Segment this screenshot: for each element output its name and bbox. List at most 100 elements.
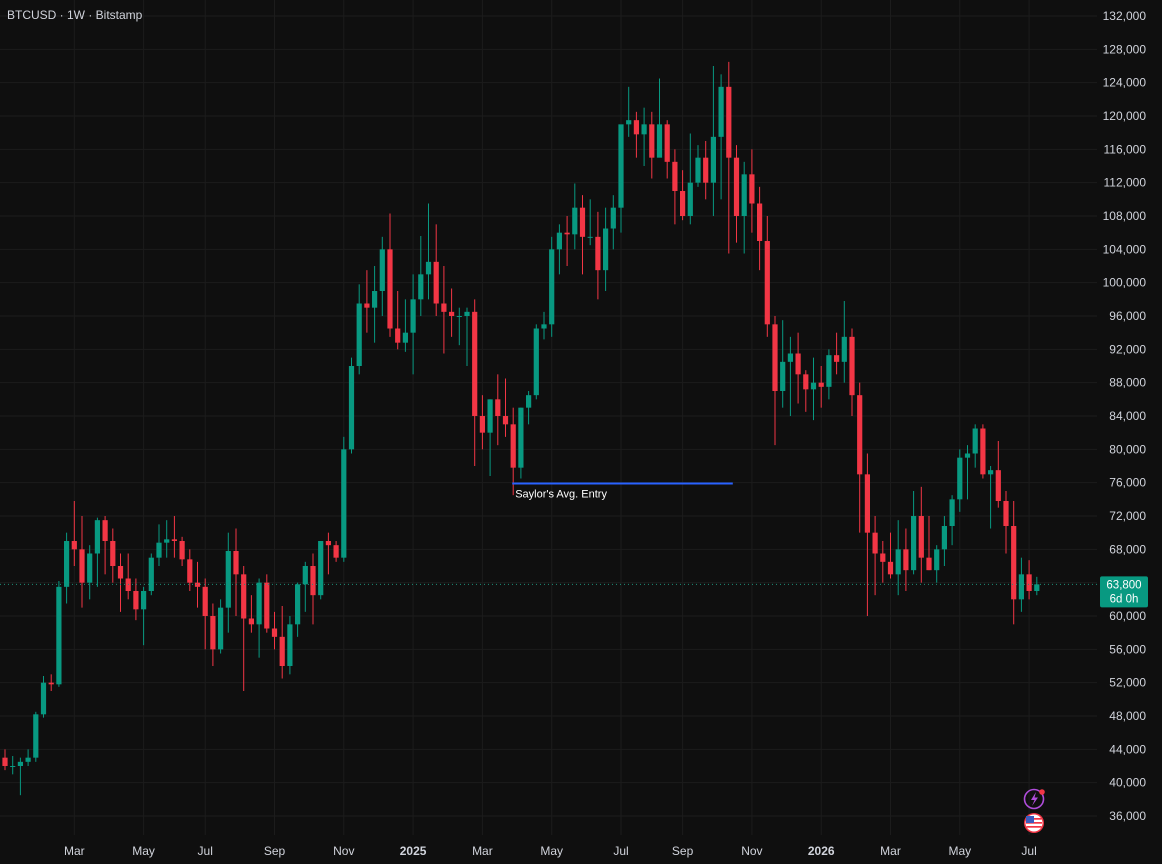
candle-body xyxy=(179,541,185,560)
candle-body xyxy=(556,232,562,250)
candle-body xyxy=(710,136,716,183)
candle-body xyxy=(649,124,655,158)
us-flag-icon[interactable] xyxy=(1024,813,1044,833)
candle-body xyxy=(926,557,932,571)
candle-body xyxy=(957,457,963,500)
candle-body xyxy=(264,582,270,629)
candle-body xyxy=(656,124,663,158)
candle-body xyxy=(641,124,647,135)
candle-body xyxy=(834,355,840,362)
candle-body xyxy=(418,274,424,300)
candle-body xyxy=(287,624,293,667)
time-tick-label: May xyxy=(540,844,563,858)
candle-body xyxy=(187,559,193,583)
candle-body xyxy=(241,574,247,619)
candle-body xyxy=(741,174,747,217)
candle-body xyxy=(356,303,362,367)
candle-body xyxy=(318,541,324,596)
time-tick-label: Nov xyxy=(333,844,354,858)
time-tick-label: May xyxy=(948,844,971,858)
candle-body xyxy=(464,311,470,317)
candle-body xyxy=(479,416,485,433)
price-tick-label: 40,000 xyxy=(1109,776,1146,790)
candle-body xyxy=(818,382,824,387)
last-price-badge: 63,800 6d 0h xyxy=(1100,576,1148,608)
candle-body xyxy=(603,228,609,271)
candle-body xyxy=(102,520,108,542)
candle-body xyxy=(325,541,331,546)
candle-body xyxy=(410,299,416,333)
candle-body xyxy=(549,249,555,325)
candle-body xyxy=(757,203,763,242)
candle-body xyxy=(64,541,70,587)
candle-body xyxy=(795,353,801,375)
price-tick-label: 56,000 xyxy=(1109,642,1146,656)
candle-body xyxy=(94,520,100,554)
candle-body xyxy=(425,261,432,275)
candle-body xyxy=(664,124,670,162)
chart-container[interactable]: Saylor's Avg. Entry 36,000 40,000 44,000 48… xyxy=(0,0,1162,864)
candle-body xyxy=(911,516,917,571)
candle-body xyxy=(218,607,224,650)
candle-body xyxy=(402,332,408,343)
candle-body xyxy=(857,395,863,475)
candle-body xyxy=(903,549,909,571)
candle-body xyxy=(780,361,786,392)
saylor-avg-entry-label: Saylor's Avg. Entry xyxy=(515,489,607,501)
time-tick-label: Nov xyxy=(741,844,762,858)
candle-body xyxy=(526,395,532,408)
symbol-title[interactable]: BTCUSD · 1W · Bitstamp xyxy=(7,8,143,22)
candle-body xyxy=(972,428,978,454)
time-tick-label: Mar xyxy=(880,844,901,858)
candle-body xyxy=(17,761,23,767)
candle-body xyxy=(79,549,85,583)
candle-body xyxy=(695,157,701,183)
price-tick-label: 44,000 xyxy=(1109,742,1146,756)
candle-body xyxy=(533,328,539,396)
time-tick-label: May xyxy=(132,844,155,858)
candle-body xyxy=(764,241,770,325)
candle-body xyxy=(156,542,162,558)
price-tick-label: 100,000 xyxy=(1103,276,1147,290)
candle-body xyxy=(980,428,986,475)
candle-body xyxy=(564,232,570,235)
price-tick-label: 84,000 xyxy=(1109,409,1146,423)
candle-body xyxy=(256,582,262,625)
price-tick-label: 60,000 xyxy=(1109,609,1146,623)
candle-body xyxy=(787,353,793,362)
candlestick-chart[interactable]: Saylor's Avg. Entry 36,000 40,000 44,000 48… xyxy=(0,0,1162,864)
candle-body xyxy=(302,566,308,585)
candle-body xyxy=(295,584,301,625)
time-axis[interactable]: Mar May Jul Sep Nov 2025 Mar May Jul Sep Nov 2026 Ma… xyxy=(64,844,1037,858)
candle-body xyxy=(40,682,47,715)
candle-body xyxy=(934,549,940,571)
candle-body xyxy=(1018,574,1024,600)
candle-body xyxy=(33,714,39,758)
candle-body xyxy=(433,261,439,304)
candle-body xyxy=(171,539,177,542)
candle-body xyxy=(202,586,208,617)
price-tick-label: 112,000 xyxy=(1104,176,1147,190)
candle-body xyxy=(618,124,624,208)
candle-body xyxy=(279,636,285,667)
candle-body xyxy=(880,553,886,562)
candle-body xyxy=(1026,574,1032,592)
price-tick-label: 124,000 xyxy=(1103,76,1147,90)
candle-body xyxy=(87,553,93,583)
price-tick-label: 80,000 xyxy=(1109,442,1146,456)
candle-body xyxy=(510,424,516,468)
candle-body xyxy=(687,182,693,217)
candle-body xyxy=(633,120,639,135)
candle-body xyxy=(133,591,139,610)
chart-background xyxy=(0,0,1162,864)
price-tick-label: 36,000 xyxy=(1109,809,1146,823)
candle-body xyxy=(841,336,847,362)
candle-body xyxy=(672,161,678,192)
price-tick-label: 96,000 xyxy=(1109,309,1146,323)
candle-body xyxy=(718,86,724,137)
time-tick-label: Jul xyxy=(613,844,628,858)
candle-body xyxy=(379,249,385,292)
candle-body xyxy=(164,539,170,543)
candle-body xyxy=(271,628,278,637)
candle-body xyxy=(502,416,509,425)
